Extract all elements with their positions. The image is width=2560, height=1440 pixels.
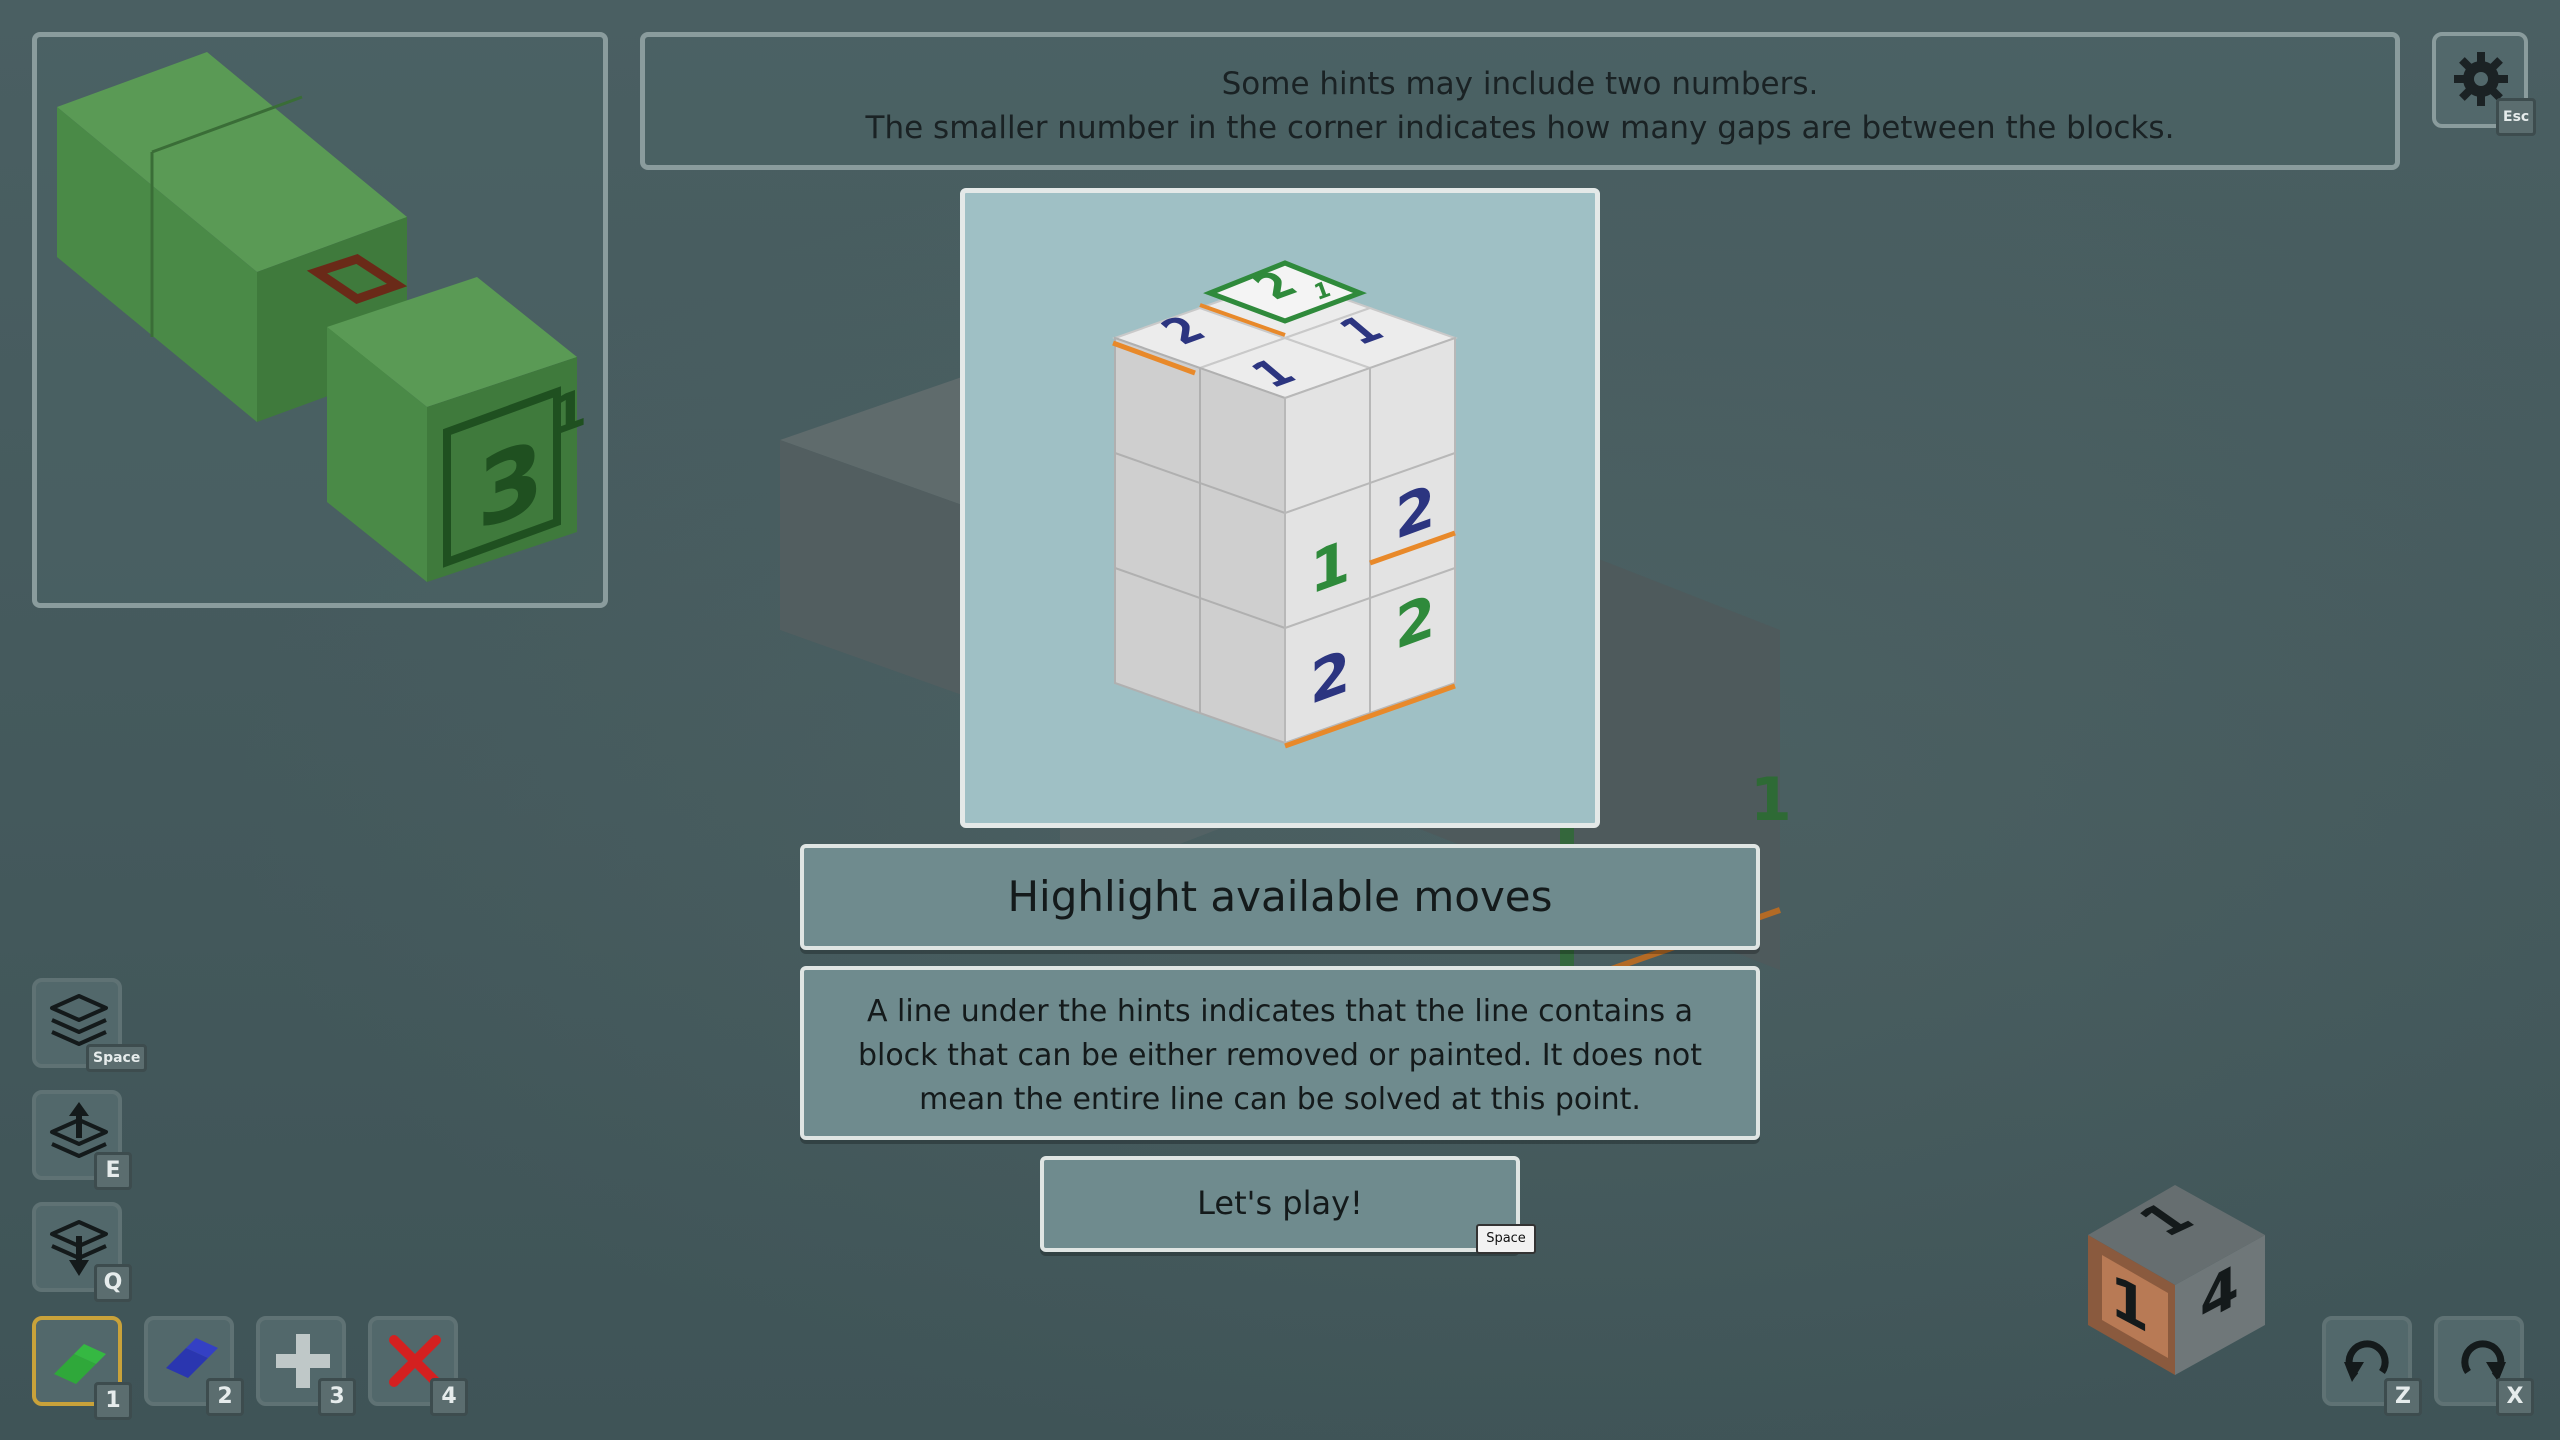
layer-down-key-badge: Q: [94, 1264, 132, 1302]
paint-blue-button[interactable]: 2: [144, 1316, 244, 1416]
settings-button[interactable]: Esc: [2432, 32, 2537, 136]
tutorial-title: Highlight available moves: [1007, 872, 1553, 921]
hint-line-2: The smaller number in the corner indicat…: [865, 110, 2175, 146]
paint-green-button[interactable]: 1: [32, 1316, 132, 1420]
tutorial-description-panel: A line under the hints indicates that th…: [800, 966, 1760, 1140]
layers-toggle-button[interactable]: Space: [32, 978, 148, 1072]
orientation-cube[interactable]: [2080, 1170, 2270, 1380]
lets-play-label: Let's play!: [1197, 1184, 1363, 1222]
tutorial-image-frame: 2 2 1 1 1 2 1 2 2: [960, 188, 1600, 828]
layer-up-key-badge: E: [94, 1152, 132, 1190]
hint-preview-panel: 3 1 0: [32, 32, 608, 608]
remove-block-key-badge: 4: [430, 1378, 468, 1416]
paint-green-key-badge: 1: [94, 1382, 132, 1420]
hint-banner: Some hints may include two numbers. The …: [640, 32, 2400, 170]
redo-button[interactable]: X: [2434, 1316, 2534, 1416]
layers-key-badge: Space: [86, 1044, 148, 1072]
lets-play-button[interactable]: Let's play!: [1040, 1156, 1520, 1252]
play-key-badge: Space: [1476, 1224, 1536, 1254]
hint-line-1: Some hints may include two numbers.: [1221, 66, 1819, 102]
add-block-key-badge: 3: [318, 1378, 356, 1416]
tutorial-title-panel: Highlight available moves: [800, 844, 1760, 950]
layer-down-button[interactable]: Q: [32, 1202, 132, 1302]
add-block-button[interactable]: 3: [256, 1316, 356, 1416]
tutorial-description: A line under the hints indicates that th…: [857, 994, 1703, 1117]
remove-block-button[interactable]: 4: [368, 1316, 468, 1416]
svg-text:1: 1: [1750, 765, 1792, 835]
redo-key-badge: X: [2496, 1378, 2534, 1416]
paint-blue-key-badge: 2: [206, 1378, 244, 1416]
undo-key-badge: Z: [2384, 1378, 2422, 1416]
undo-button[interactable]: Z: [2322, 1316, 2422, 1416]
settings-key-badge: Esc: [2496, 98, 2537, 136]
layer-up-button[interactable]: E: [32, 1090, 132, 1190]
